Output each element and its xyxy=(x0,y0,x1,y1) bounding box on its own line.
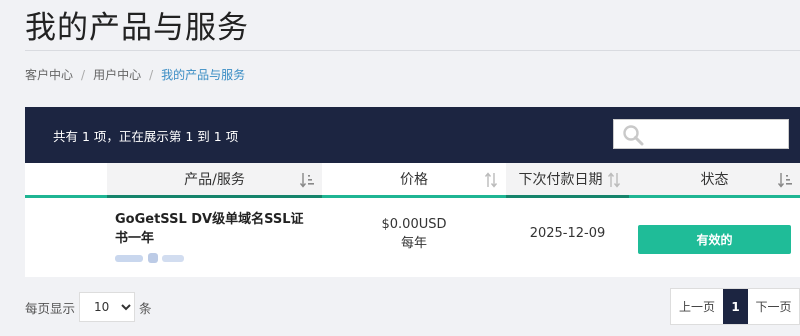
breadcrumb: 客户中心 / 用户中心 / 我的产品与服务 xyxy=(25,66,245,83)
price-amount: $0.00USD xyxy=(381,217,447,232)
breadcrumb-separator: / xyxy=(149,67,154,82)
pagination: 上一页 1 下一页 xyxy=(670,288,800,325)
page-number-current[interactable]: 1 xyxy=(723,289,748,324)
table-search[interactable] xyxy=(613,119,789,149)
breadcrumb-separator: / xyxy=(81,67,86,82)
product-name[interactable]: GoGetSSL DV级单域名SSL证书一年 xyxy=(115,210,315,248)
column-header-price[interactable]: 价格 xyxy=(322,163,506,198)
column-header-product[interactable]: 产品/服务 xyxy=(107,163,322,198)
sort-icon xyxy=(299,172,314,188)
sort-icon xyxy=(484,172,498,188)
next-due-date: 2025-12-09 xyxy=(529,226,606,241)
title-divider xyxy=(25,50,800,51)
search-icon xyxy=(622,124,644,150)
status-badge: 有效的 xyxy=(638,225,791,254)
page-size-label: 每页显示 xyxy=(25,300,76,316)
price-cell: $0.00USD 每年 xyxy=(322,215,506,253)
breadcrumb-item-user-center[interactable]: 用户中心 xyxy=(93,66,141,83)
column-header-next-due-date[interactable]: 下次付款日期 xyxy=(506,163,629,198)
page-size-select[interactable]: 10 xyxy=(79,292,136,322)
prev-page-button[interactable]: 上一页 xyxy=(671,289,723,324)
billing-cycle: 每年 xyxy=(400,236,427,251)
next-page-button[interactable]: 下一页 xyxy=(748,289,799,324)
sort-icon xyxy=(777,172,792,188)
breadcrumb-item-client-center[interactable]: 客户中心 xyxy=(25,66,73,83)
page-title: 我的产品与服务 xyxy=(25,10,249,46)
page-size-control: 每页显示 10 条 xyxy=(25,292,152,322)
product-domain-blurred xyxy=(115,249,191,263)
column-header-label: 价格 xyxy=(400,172,428,188)
column-header-status[interactable]: 状态 xyxy=(629,163,800,198)
search-input[interactable] xyxy=(650,120,786,148)
breadcrumb-item-current: 我的产品与服务 xyxy=(161,68,246,82)
table-info: 共有 1 项，正在展示第 1 到 1 项 xyxy=(53,129,239,144)
sort-icon xyxy=(607,172,621,188)
table-toolbar: 共有 1 项，正在展示第 1 到 1 项 xyxy=(25,107,800,163)
services-table-panel: 共有 1 项，正在展示第 1 到 1 项 产品/服务 价格 下次付款日期 状态 … xyxy=(25,107,800,277)
column-header-label: 下次付款日期 xyxy=(518,172,603,188)
column-header-label: 状态 xyxy=(700,172,729,188)
page-size-suffix: 条 xyxy=(139,300,152,316)
column-header-spacer xyxy=(25,163,107,198)
table-header: 产品/服务 价格 下次付款日期 状态 xyxy=(25,163,800,201)
column-header-label: 产品/服务 xyxy=(184,172,245,188)
